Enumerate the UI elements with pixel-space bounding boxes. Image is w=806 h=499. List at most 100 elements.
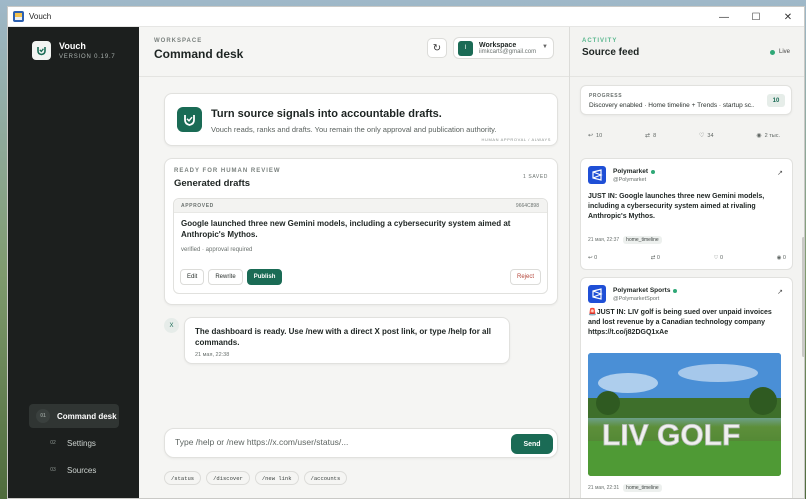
refresh-button[interactable]: ↻: [427, 38, 447, 58]
sidebar-item-label: Command desk: [57, 411, 117, 421]
views-stat: ◉ 0: [777, 255, 786, 261]
window-controls: — ☐ ✕: [708, 7, 804, 27]
main-panel: WORKSPACE Command desk ↻ I Workspace iim…: [139, 27, 569, 498]
composer: Send: [164, 428, 558, 458]
repost-stat[interactable]: ⇄ 8: [645, 132, 657, 140]
drafts-card: READY FOR HUMAN REVIEW Generated drafts …: [164, 158, 558, 305]
feed-title: Source feed: [582, 47, 640, 58]
post-stats: ↩ 10 ⇄ 8 ♡ 34 ◉ 2 тыс.: [588, 132, 780, 140]
intro-card: Turn source signals into accountable dra…: [164, 93, 558, 146]
workspace-switcher[interactable]: I Workspace iimkcarts@gmail.com ▼: [453, 37, 554, 59]
like-stat[interactable]: ♡ 0: [714, 255, 724, 261]
liv-golf-sign: LIV GOLF: [602, 419, 740, 452]
post-time: 21 мая, 22:31: [588, 485, 620, 491]
brand-name: Vouch: [59, 41, 86, 51]
post-author-name: Polymarket: [613, 168, 649, 175]
feed-scrollbar[interactable]: [802, 237, 804, 357]
progress-label: PROGRESS: [589, 93, 623, 99]
source-feed-panel: ACTIVITY Source feed Live PROGRESS Disco…: [569, 27, 804, 498]
nav-number: 02: [50, 440, 56, 446]
sidebar-item-label: Settings: [67, 438, 96, 448]
post-photo: LIV GOLF: [588, 353, 781, 476]
sidebar-item-command-desk[interactable]: 01 Command desk: [29, 404, 119, 428]
intro-tag: HUMAN APPROVAL / ALWAYS: [481, 137, 551, 142]
views-count: 0: [782, 255, 786, 261]
minimize-icon[interactable]: —: [708, 7, 740, 27]
draft-header: APPROVED 9664C898: [174, 199, 547, 213]
repost-stat[interactable]: ⇄ 0: [651, 255, 660, 261]
reply-icon: ↩: [588, 133, 594, 139]
views-stat: ◉ 2 тыс.: [756, 132, 780, 140]
workspace-name: Workspace: [479, 41, 517, 49]
chip-discover[interactable]: /discover: [206, 471, 250, 485]
live-indicator: Live: [770, 49, 790, 55]
edit-button[interactable]: Edit: [180, 269, 205, 285]
draft-meta: verified · approval required: [181, 247, 253, 253]
draft-id: 9664C898: [515, 203, 539, 209]
feed-list[interactable]: ↩ 10 ⇄ 8 ♡ 34 ◉ 2 тыс. Polymarket @Polymarke…: [570, 122, 804, 498]
drafts-title: Generated drafts: [174, 178, 251, 189]
live-dot-icon: [770, 49, 775, 55]
vouch-logo-icon: [32, 41, 51, 60]
sidebar-item-sources[interactable]: 03 Sources: [29, 458, 119, 482]
post-text: 🚨JUST IN: LIV golf is being sued over un…: [588, 309, 772, 336]
chevron-down-icon: ▼: [542, 44, 548, 50]
post-image[interactable]: LIV GOLF: [588, 353, 781, 476]
title-bar: Vouch — ☐ ✕: [8, 7, 804, 27]
like-count: 0: [719, 255, 724, 261]
close-icon[interactable]: ✕: [772, 7, 804, 27]
chip-new-link[interactable]: /new link: [254, 471, 299, 485]
workspace-avatar: I: [458, 40, 473, 56]
brand-version: VERSION 0.19.7: [59, 54, 116, 60]
external-link-icon[interactable]: ↗: [777, 169, 783, 177]
feed-header: ACTIVITY Source feed Live: [570, 27, 804, 77]
shield-check-icon: [177, 107, 202, 132]
brand: Vouch VERSION 0.19.7: [32, 41, 116, 60]
verified-icon: [651, 169, 656, 174]
rewrite-button[interactable]: Rewrite: [208, 269, 243, 285]
views-count: 2 тыс.: [764, 132, 780, 139]
reply-stat[interactable]: ↩ 10: [588, 132, 602, 140]
feed-eyebrow: ACTIVITY: [582, 38, 618, 44]
chip-status[interactable]: /status: [164, 471, 202, 485]
post-handle: @PolymarketSport: [613, 296, 660, 302]
like-stat[interactable]: ♡ 34: [699, 132, 714, 140]
workspace-email: iimkcarts@gmail.com: [479, 48, 537, 55]
sidebar-item-settings[interactable]: 02 Settings: [29, 431, 119, 455]
maximize-icon[interactable]: ☐: [740, 7, 772, 27]
app-window: Vouch — ☐ ✕ Vouch VERSION 0.19.7 01 Comm…: [7, 6, 805, 499]
message-text: The dashboard is ready. Use /new with a …: [195, 327, 491, 347]
page-title: Command desk: [154, 47, 244, 61]
feed-post[interactable]: Polymarket Sports @PolymarketSport ↗ 🚨JU…: [580, 277, 793, 498]
post-source-tag: home_timeline: [623, 236, 662, 244]
drafts-count: 1 SAVED: [523, 174, 548, 180]
reply-stat[interactable]: ↩ 0: [588, 255, 597, 261]
sidebar-nav: 01 Command desk 02 Settings 03 Sources: [29, 404, 119, 485]
heart-icon: ♡: [699, 133, 705, 139]
feed-post[interactable]: Polymarket @Polymarket ↗ JUST IN: Google…: [580, 158, 793, 270]
chip-accounts[interactable]: /accounts: [303, 471, 348, 485]
draft-text: Google launched three new Gemini models,…: [181, 219, 511, 239]
drafts-eyebrow: READY FOR HUMAN REVIEW: [174, 168, 281, 174]
progress-count: 10: [767, 94, 785, 107]
assistant-avatar: X: [164, 318, 179, 333]
message-time: 21 мая, 22:38: [195, 352, 230, 358]
like-count: 34: [707, 132, 714, 139]
draft-actions: Edit Rewrite Publish: [180, 269, 286, 285]
post-meta: 21 мая, 22:37 home_timeline: [588, 236, 662, 244]
post-author: Polymarket: [613, 168, 656, 175]
reject-button[interactable]: Reject: [510, 269, 542, 285]
publish-button[interactable]: Publish: [246, 269, 283, 285]
external-link-icon[interactable]: ↗: [777, 288, 783, 296]
header-eyebrow: WORKSPACE: [154, 38, 203, 44]
command-input[interactable]: [175, 437, 495, 447]
polymarket-sports-logo-icon: [588, 285, 606, 303]
repost-count: 0: [656, 255, 660, 261]
send-button[interactable]: Send: [511, 434, 553, 454]
repost-count: 8: [653, 132, 657, 139]
draft-item: APPROVED 9664C898 Google launched three …: [173, 198, 548, 294]
progress-card: PROGRESS Discovery enabled · Home timeli…: [580, 85, 792, 115]
post-meta: 21 мая, 22:31 home_timeline: [588, 484, 662, 492]
nav-number: 01: [36, 409, 50, 423]
intro-subtitle: Vouch reads, ranks and drafts. You remai…: [211, 125, 497, 134]
